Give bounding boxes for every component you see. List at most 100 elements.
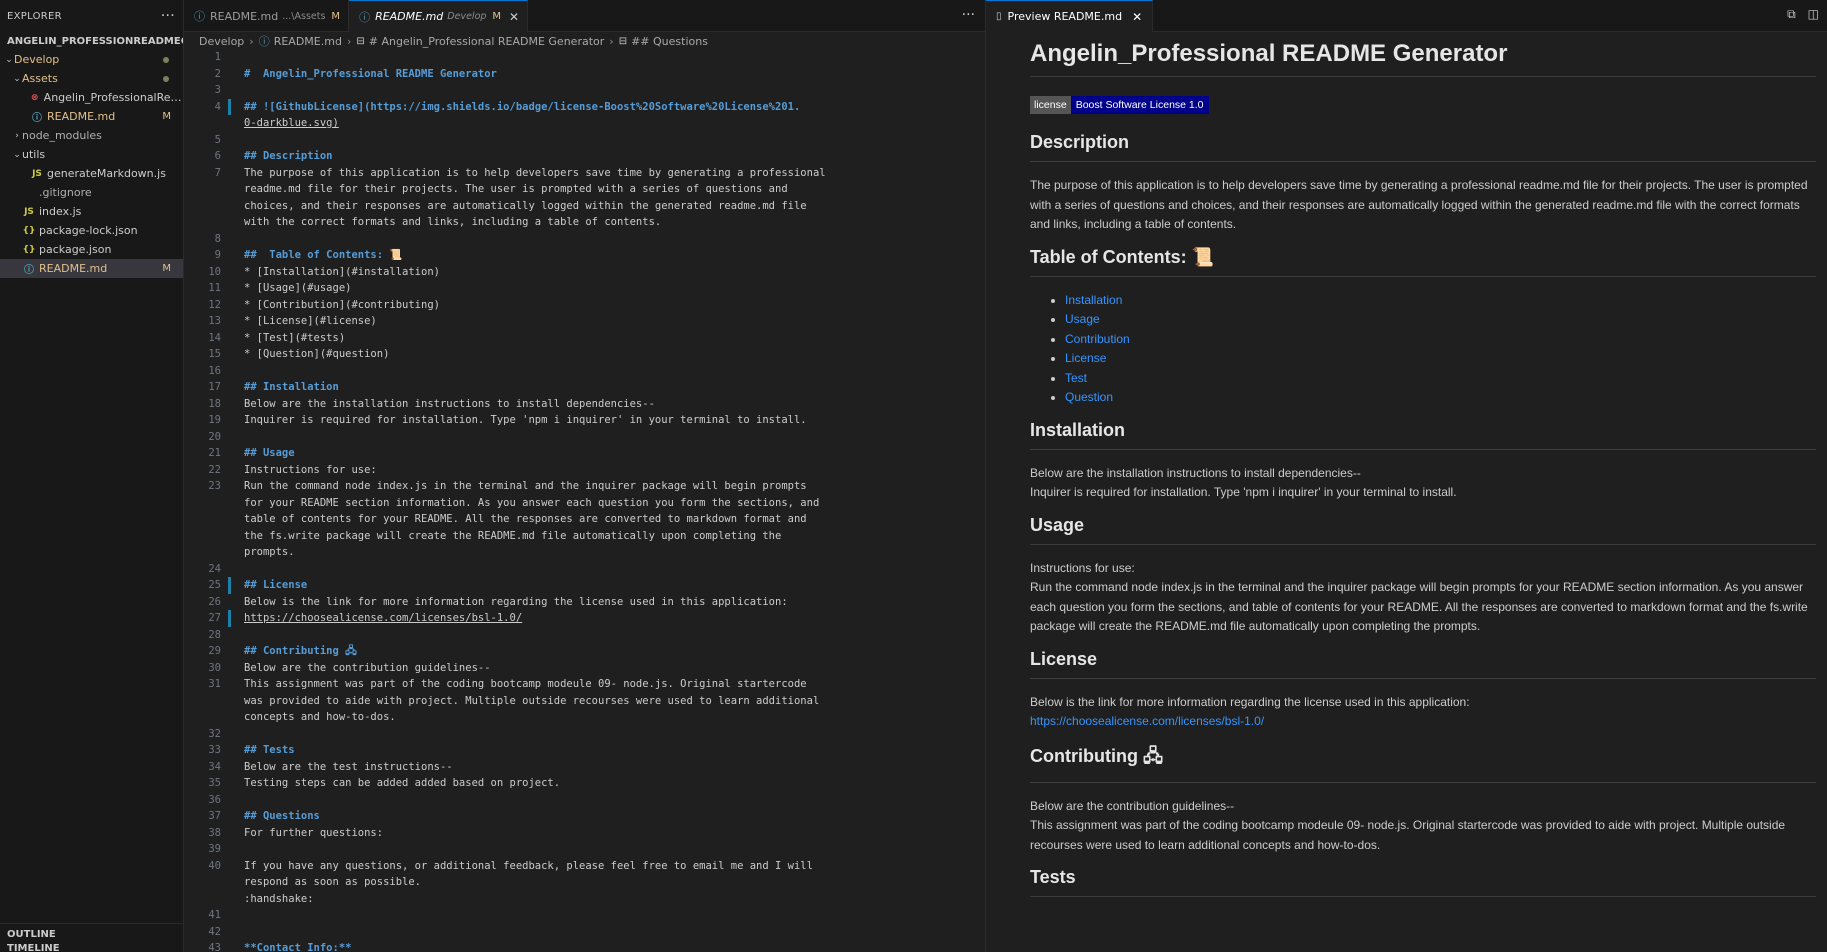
code-text: the fs.write package will create the REA… [244,529,782,542]
tree-item[interactable]: ⌄ utils [0,145,183,164]
js-file-icon: JS [24,206,34,217]
gutter-change-marker [228,610,231,627]
line-number: 26 [208,595,221,608]
line-number: 21 [208,447,221,459]
code-text: ## Questions [244,810,320,822]
explorer-more-icon[interactable]: ··· [161,8,175,24]
tree-item[interactable]: JS index.js [0,202,183,221]
code-line: respond as soon as possible. [184,874,924,891]
open-source-icon[interactable]: ⧉ [1787,7,1796,22]
toc-link[interactable]: Usage [1065,312,1100,326]
line-number: 37 [208,810,221,822]
tree-item-label: node_modules [22,129,102,142]
markdown-preview: ▯ Preview README.md ✕ ⧉ ◫ Angelin_Profes… [985,0,1827,952]
line-number: 43 [208,942,221,952]
code-line: prompts. [184,544,924,561]
code-text: For further questions: [244,826,384,839]
timeline-section[interactable]: TIMELINE [0,944,183,952]
license-badge-left: license [1030,96,1071,114]
breadcrumb-item[interactable]: # Angelin_Professional README Generator [369,35,605,48]
section-paragraph: The purpose of this application is to he… [1030,176,1816,235]
code-text: https://choosealicense.com/licenses/bsl-… [244,612,523,624]
line-number: 32 [208,727,221,740]
tree-item[interactable]: ⓘ README.md M [0,259,183,278]
line-number: 22 [208,463,221,476]
code-area[interactable]: 1 2 # Angelin_Professional README Generato… [184,49,924,952]
chevron-down-icon: ⌄ [13,149,21,160]
tree-item[interactable]: ⌄ Develop [0,50,183,69]
code-line: 10 * [Installation](#installation) [184,264,924,281]
tree-item[interactable]: {} package-lock.json [0,221,183,240]
tree-item-label: utils [22,148,46,161]
explorer-title: EXPLORER [7,10,62,22]
tab-readme-assets[interactable]: ⓘ README.md ...\Assets M [184,0,350,32]
tree-item-label: package.json [39,243,112,256]
tree-item[interactable]: JS generateMarkdown.js [0,164,183,183]
modified-badge: M [162,111,171,122]
tree-item[interactable]: .gitignore [0,183,183,202]
chevron-down-icon: ⌄ [5,54,13,65]
toc-link[interactable]: License [1065,351,1106,365]
close-icon[interactable]: ✕ [509,10,519,24]
line-number: 14 [208,331,221,344]
tree-item[interactable]: ⌄ Assets [0,69,183,88]
line-number: 16 [208,364,221,377]
chevron-right-icon: › [609,34,614,48]
tree-item[interactable]: ⊗ Angelin_ProfessionalReadm... [0,88,183,107]
line-number: 38 [208,826,221,839]
split-editor-icon[interactable]: ◫ [1808,7,1819,22]
outline-section[interactable]: OUTLINE [0,924,183,944]
tree-item-label: Angelin_ProfessionalReadm... [43,91,183,104]
list-item: Question [1065,388,1816,408]
code-line: 36 [184,792,924,809]
line-number: 40 [208,859,221,872]
code-text: **Contact Info:** [244,942,352,952]
list-item: Installation [1065,291,1816,311]
info-icon: ⓘ [24,265,34,276]
modified-badge: M [331,10,341,22]
breadcrumb-item[interactable]: README.md [274,35,342,48]
toc-link[interactable]: Contribution [1065,332,1130,346]
tree-item[interactable]: › node_modules [0,126,183,145]
toc-link[interactable]: Installation [1065,293,1122,307]
breadcrumb-item[interactable]: Develop [199,35,244,48]
info-icon: ⓘ [32,113,42,124]
line-number: 18 [208,397,221,410]
tree-item[interactable]: {} package.json [0,240,183,259]
tree-item[interactable]: ⓘ README.md M [0,107,183,126]
tree-item-label: Assets [22,72,58,85]
list-item: Usage [1065,310,1816,330]
workspace-root[interactable]: ANGELIN_PROFESSIONREADMEGENE... [0,32,183,50]
gutter-change-marker [228,98,231,115]
line-number: 42 [208,925,221,938]
outline-label: OUTLINE [7,928,56,940]
toc-link[interactable]: Test [1065,371,1087,385]
info-icon: ⓘ [194,10,205,23]
code-text: Run the command node index.js in the ter… [244,480,807,492]
section-heading: Tests [1030,867,1816,897]
code-line: 6 ## Description [184,148,924,165]
tree-item-label: .gitignore [39,186,92,199]
line-number: 11 [208,282,221,294]
code-line: 24 [184,561,924,578]
breadcrumb: Develop › ⓘ README.md › ⊟ # Angelin_Prof… [184,32,985,50]
code-line: 18 Below are the installation instruction… [184,396,924,413]
editor-more-icon[interactable]: ··· [962,7,975,23]
file-tree: ⌄ Develop ⌄ Assets ⊗ Angelin_ProfessionalRead… [0,50,183,278]
code-line: 40 If you have any questions, or addition… [184,858,924,875]
code-line: 37 ## Questions [184,808,924,825]
close-icon[interactable]: ✕ [1132,10,1142,24]
license-badge[interactable]: license Boost Software License 1.0 [1030,96,1209,114]
toc-link[interactable]: Question [1065,390,1113,404]
code-text: ## Contributing 🖧 [244,645,357,657]
breadcrumb-item[interactable]: ## Questions [631,35,708,48]
tab-readme-develop[interactable]: ⓘ README.md Develop M ✕ [349,0,529,32]
code-text: * [Test](#tests) [244,331,346,344]
code-line: 13 * [License](#license) [184,313,924,330]
code-text: Below are the installation instructions … [244,397,655,410]
paragraph-line: Below are the contribution guidelines-- [1030,798,1235,813]
tab-preview[interactable]: ▯ Preview README.md ✕ [986,0,1154,32]
timeline-label: TIMELINE [7,944,60,952]
code-line: 41 [184,907,924,924]
license-link[interactable]: https://choosealicense.com/licenses/bsl-… [1030,712,1816,732]
